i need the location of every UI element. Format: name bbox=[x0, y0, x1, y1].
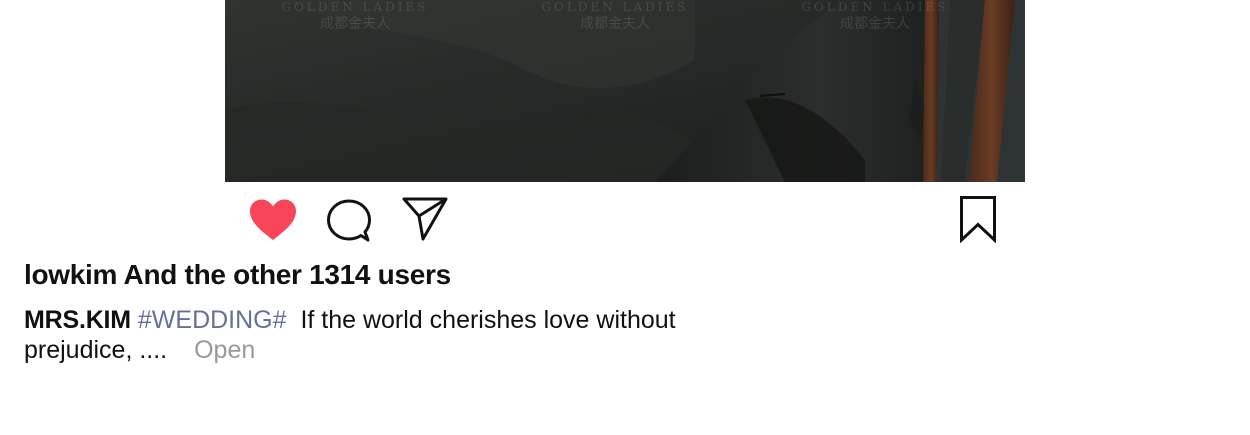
bookmark-icon[interactable] bbox=[959, 195, 997, 243]
watermark-en: GOLDEN LADIES bbox=[541, 0, 689, 14]
caption-author[interactable]: MRS.KIM bbox=[24, 306, 131, 334]
caption-text: If the world cherishes love without bbox=[300, 306, 676, 334]
photo-watermark: GOLDEN LADIES 成都金夫人 bbox=[540, 0, 690, 33]
heart-filled-icon[interactable] bbox=[248, 198, 298, 242]
watermark-cn: 成都金夫人 bbox=[320, 16, 390, 33]
action-bar bbox=[225, 182, 1025, 254]
caption-hashtag[interactable]: #WEDDING# bbox=[138, 306, 287, 334]
caption-text: prejudice, .... bbox=[24, 336, 168, 364]
likes-count[interactable]: lowkim And the other 1314 users bbox=[24, 259, 451, 291]
post-card: GOLDEN LADIES 成都金夫人 GOLDEN LADIES 成都金夫人 … bbox=[225, 0, 1025, 254]
speech-bubble-icon[interactable] bbox=[326, 198, 372, 244]
watermark-cn: 成都金夫人 bbox=[580, 16, 650, 33]
open-more-link[interactable]: Open bbox=[194, 336, 255, 364]
watermark-en: GOLDEN LADIES bbox=[281, 0, 429, 14]
post-caption: MRS.KIM #WEDDING# If the world cherishes… bbox=[24, 305, 744, 365]
post-photo[interactable]: GOLDEN LADIES 成都金夫人 GOLDEN LADIES 成都金夫人 … bbox=[225, 0, 1025, 182]
watermark-en: GOLDEN LADIES bbox=[801, 0, 949, 14]
photo-watermark: GOLDEN LADIES 成都金夫人 bbox=[280, 0, 430, 33]
photo-watermark: GOLDEN LADIES 成都金夫人 bbox=[800, 0, 950, 33]
paper-plane-icon[interactable] bbox=[401, 196, 449, 242]
watermark-cn: 成都金夫人 bbox=[840, 16, 910, 33]
